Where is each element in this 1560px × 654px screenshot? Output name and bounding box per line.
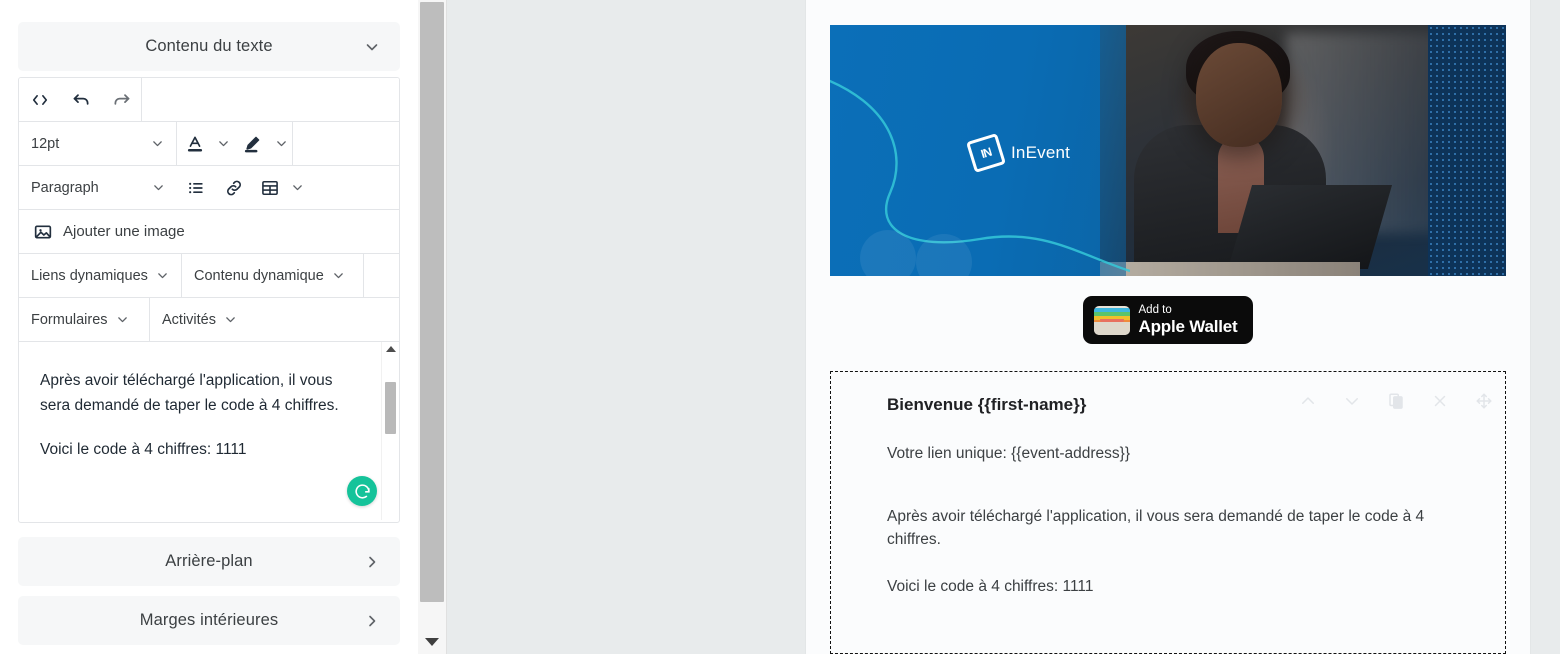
block-format-value: Paragraph <box>31 179 99 196</box>
chevron-down-icon[interactable] <box>151 137 164 150</box>
block-format-select[interactable]: Paragraph <box>19 166 177 209</box>
editor-sidebar: Contenu du texte 12pt Paragraph Ajouter … <box>0 0 417 654</box>
email-template-editor: Contenu du texte 12pt Paragraph Ajouter … <box>0 0 1560 654</box>
accordion-header-padding[interactable]: Marges intérieures <box>18 596 400 645</box>
chevron-down-icon[interactable] <box>152 181 165 194</box>
block-content[interactable]: Bienvenue {{first-name}} Votre lien uniq… <box>887 392 1467 599</box>
toolbar-group-insert <box>177 166 307 209</box>
dynamic-content-dropdown[interactable]: Contenu dynamique <box>182 254 364 297</box>
toolbar-row-history-spacer <box>142 78 399 121</box>
wallet-button-row: Add to Apple Wallet <box>830 276 1506 364</box>
editor-scrollbar[interactable] <box>381 342 399 520</box>
banner-photo-desk <box>1100 262 1360 276</box>
forms-label: Formulaires <box>31 311 108 328</box>
editor-content-area[interactable]: Après avoir téléchargé l'application, il… <box>19 342 399 520</box>
banner-photo-head <box>1196 43 1282 147</box>
selected-text-block[interactable]: Bienvenue {{first-name}} Votre lien uniq… <box>830 371 1506 654</box>
toolbar-row-block: Paragraph <box>19 166 399 210</box>
toolbar-row-history <box>19 78 399 122</box>
chevron-down-icon[interactable] <box>156 269 169 282</box>
dynamic-links-label: Liens dynamiques <box>31 267 148 284</box>
block-paragraph: Votre lien unique: {{event-address}} <box>887 444 1131 462</box>
toolbar-row-dynamic: Liens dynamiques Contenu dynamique <box>19 254 399 298</box>
add-to-apple-wallet-button[interactable]: Add to Apple Wallet <box>1082 296 1254 344</box>
page-scrollbar-thumb[interactable] <box>420 2 444 602</box>
toolbar-group-colors <box>177 122 293 165</box>
toolbar-row-image: Ajouter une image <box>19 210 399 254</box>
banner-dot-pattern <box>1428 25 1506 276</box>
chevron-down-icon[interactable] <box>213 122 235 165</box>
scrollbar-thumb[interactable] <box>385 382 396 434</box>
font-size-select[interactable]: 12pt <box>19 122 177 165</box>
activities-label: Activités <box>162 311 216 328</box>
block-paragraph: Voici le code à 4 chiffres: 1111 <box>887 578 1094 596</box>
activities-dropdown[interactable]: Activités <box>150 298 270 341</box>
toolbar-row-font-spacer <box>293 122 399 165</box>
table-icon[interactable] <box>253 166 287 209</box>
editor-paragraph: Après avoir téléchargé l'application, il… <box>40 372 339 415</box>
apple-wallet-icon <box>1093 305 1130 335</box>
wallet-line-2: Apple Wallet <box>1138 316 1238 336</box>
chevron-down-icon[interactable] <box>332 269 345 282</box>
toolbar-row-dynamic-spacer <box>364 254 399 297</box>
accordion-title-padding: Marges intérieures <box>139 611 279 629</box>
highlight-color-icon[interactable] <box>235 122 271 165</box>
email-banner-image[interactable]: IN InEvent <box>830 25 1506 276</box>
email-preview: IN InEvent Add to Apple Wallet Bienvenue… <box>806 0 1530 654</box>
chevron-down-icon[interactable] <box>287 166 307 209</box>
add-image-button[interactable]: Ajouter une image <box>19 210 185 253</box>
dynamic-content-label: Contenu dynamique <box>194 267 324 284</box>
font-size-value: 12pt <box>31 135 60 152</box>
forms-dropdown[interactable]: Formulaires <box>19 298 150 341</box>
accordion-header-background[interactable]: Arrière-plan <box>18 537 400 586</box>
link-icon[interactable] <box>215 166 253 209</box>
wallet-line-1: Add to <box>1138 304 1172 317</box>
scroll-down-icon[interactable] <box>425 638 439 646</box>
add-image-label: Ajouter une image <box>63 223 185 240</box>
image-icon <box>33 210 53 253</box>
block-paragraph: Après avoir téléchargé l'application, il… <box>887 507 1425 548</box>
inevent-logo-icon: IN <box>966 133 1006 173</box>
bullet-list-icon[interactable] <box>177 166 215 209</box>
block-title: Bienvenue {{first-name}} <box>887 395 1087 414</box>
chevron-right-icon[interactable] <box>364 554 380 570</box>
redo-icon[interactable] <box>101 78 141 121</box>
source-code-icon[interactable] <box>19 78 61 121</box>
editor-text[interactable]: Après avoir téléchargé l'application, il… <box>40 368 356 462</box>
accordion-header-text-content[interactable]: Contenu du texte <box>18 22 400 71</box>
chevron-down-icon[interactable] <box>270 122 292 165</box>
grammarly-icon[interactable] <box>347 476 377 506</box>
move-icon[interactable] <box>1475 392 1493 410</box>
scroll-up-icon[interactable] <box>385 346 396 352</box>
rich-text-editor: 12pt Paragraph Ajouter une image Liens d… <box>18 77 400 523</box>
toolbar-group-history <box>19 78 142 121</box>
dynamic-links-dropdown[interactable]: Liens dynamiques <box>19 254 182 297</box>
toolbar-row-forms: Formulaires Activités <box>19 298 399 342</box>
wallet-button-text: Add to Apple Wallet <box>1139 304 1238 336</box>
accordion-title-text-content: Contenu du texte <box>145 37 273 55</box>
page-scrollbar[interactable] <box>418 0 447 654</box>
chevron-down-icon[interactable] <box>364 39 380 55</box>
inevent-logo: IN InEvent <box>966 133 1071 173</box>
undo-icon[interactable] <box>61 78 101 121</box>
text-color-icon[interactable] <box>177 122 213 165</box>
banner-photo-laptop <box>1227 185 1393 269</box>
chevron-down-icon[interactable] <box>224 313 237 326</box>
accordion-title-background: Arrière-plan <box>165 552 253 570</box>
toolbar-row-font: 12pt <box>19 122 399 166</box>
chevron-right-icon[interactable] <box>364 613 380 629</box>
editor-paragraph: Voici le code à 4 chiffres: 1111 <box>40 441 247 459</box>
chevron-down-icon[interactable] <box>116 313 129 326</box>
inevent-brand-name: InEvent <box>1011 143 1071 162</box>
